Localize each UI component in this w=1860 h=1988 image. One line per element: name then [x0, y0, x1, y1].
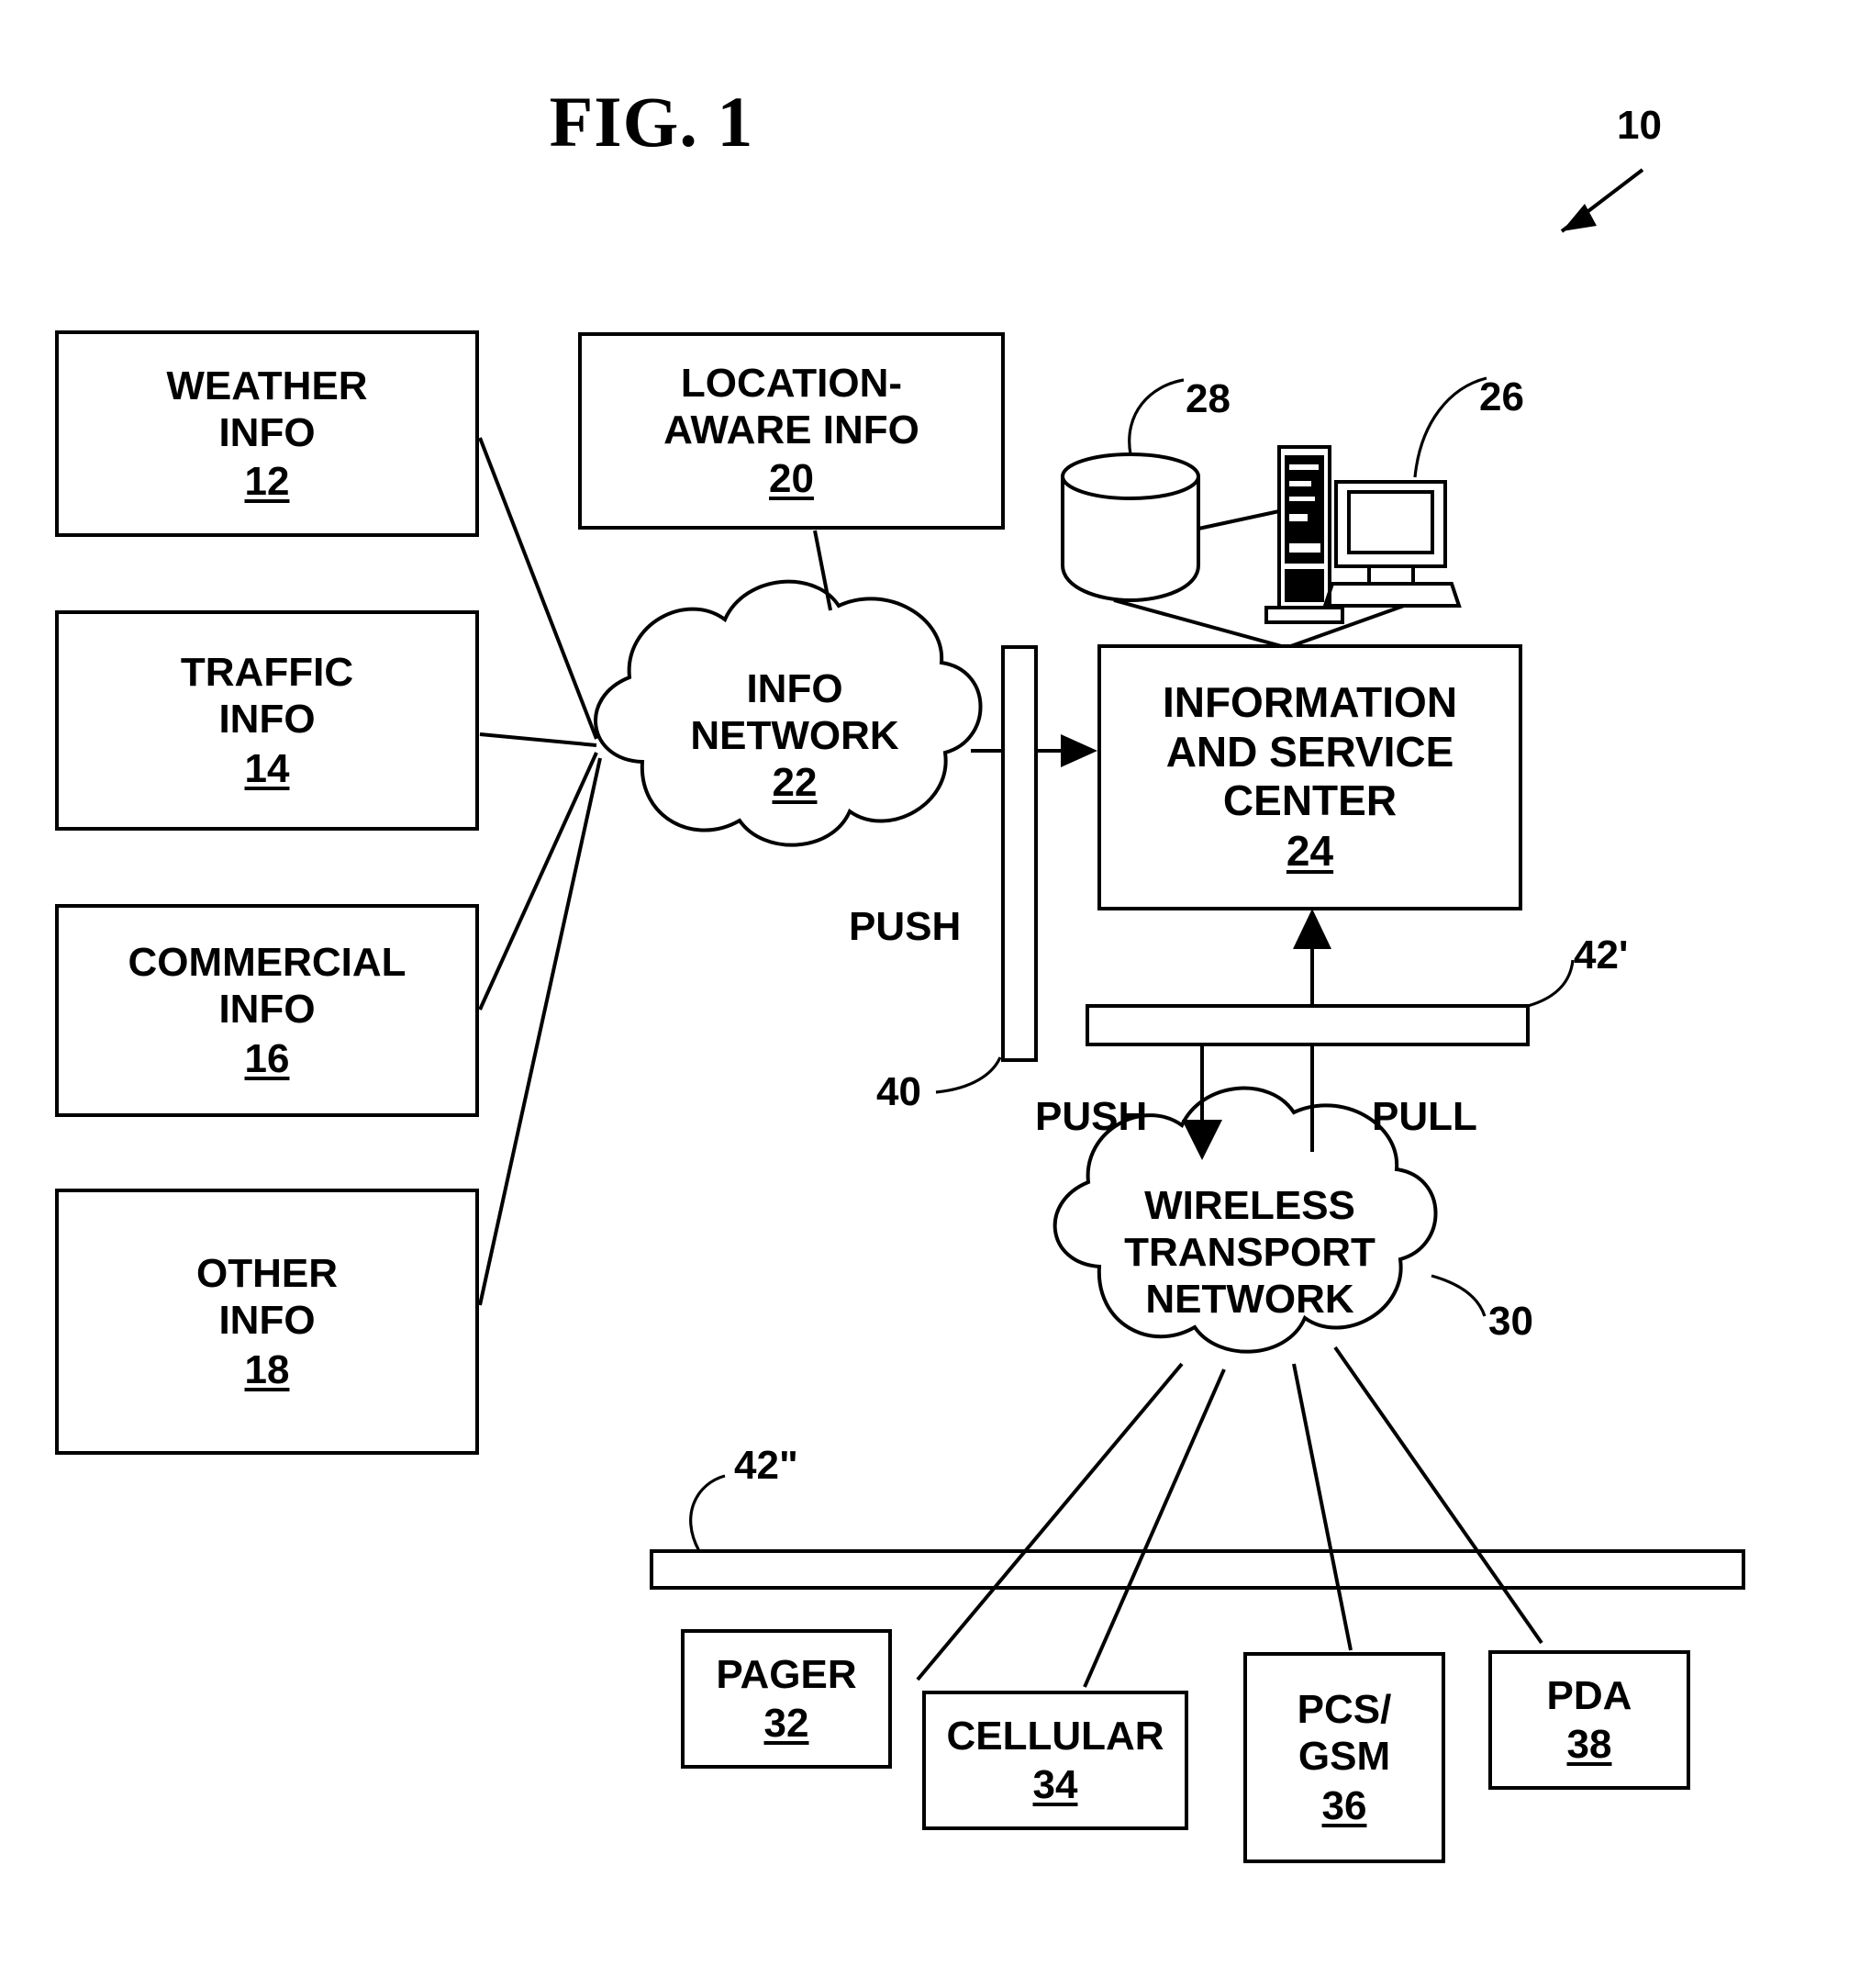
location-aware-info-label: LOCATION- AWARE INFO	[663, 360, 919, 452]
information-and-service-center-number: 24	[1286, 827, 1334, 876]
pda-label: PDA	[1546, 1672, 1632, 1718]
patent-figure-page: FIG. 1 10 WEATHER INFO 12 TRAFFIC INFO 1…	[0, 0, 1860, 1988]
monitor-reference-number: 26	[1479, 374, 1524, 419]
traffic-info-number: 14	[244, 745, 290, 791]
other-info-number: 18	[244, 1346, 290, 1392]
cellular-box: CELLULAR 34	[922, 1691, 1188, 1830]
pcs-gsm-box: PCS/ GSM 36	[1243, 1652, 1445, 1863]
commercial-info-number: 16	[244, 1035, 290, 1081]
other-info-label: OTHER INFO	[196, 1251, 338, 1344]
information-and-service-center-label: INFORMATION AND SERVICE CENTER	[1162, 678, 1458, 824]
database-icon-group	[1061, 378, 1200, 603]
push-label-top: PUSH	[849, 904, 962, 949]
information-and-service-center-box: INFORMATION AND SERVICE CENTER 24	[1097, 644, 1522, 910]
upper-bus-bar	[1086, 909, 1575, 1160]
weather-info-number: 12	[244, 459, 290, 505]
pull-label-bottom: PULL	[1372, 1094, 1477, 1139]
cellular-label: CELLULAR	[946, 1713, 1164, 1759]
info-network-number: 22	[772, 760, 818, 806]
icons-to-center-lines	[1113, 598, 1405, 649]
wireless-network-reference-number: 30	[1488, 1299, 1533, 1344]
pager-label: PAGER	[716, 1651, 857, 1697]
wireless-transport-network-text: WIRELESS TRANSPORT NETWORK	[1066, 1182, 1433, 1323]
pager-box: PAGER 32	[681, 1629, 892, 1769]
lower-bus-bar	[650, 1474, 1745, 1590]
push-label-bottom: PUSH	[1035, 1094, 1148, 1139]
server-tower-icon	[1197, 445, 1344, 624]
commercial-info-label: COMMERCIAL INFO	[128, 940, 407, 1033]
push-bar-reference-number: 40	[876, 1069, 921, 1114]
pda-number: 38	[1566, 1722, 1612, 1767]
info-network-cloud-text: INFO NETWORK 22	[620, 665, 969, 806]
info-network-to-center-link	[971, 645, 1097, 1062]
pager-number: 32	[763, 1701, 809, 1746]
other-info-box: OTHER INFO 18	[55, 1189, 479, 1455]
wireless-to-devices-lines	[916, 1346, 1543, 1688]
cellular-number: 34	[1032, 1762, 1078, 1807]
system-ref-arrow	[1560, 168, 1644, 233]
location-aware-info-number: 20	[769, 456, 814, 502]
wireless-transport-network-label: WIRELESS TRANSPORT NETWORK	[1124, 1183, 1376, 1323]
weather-info-label: WEATHER INFO	[166, 363, 368, 455]
weather-info-box: WEATHER INFO 12	[55, 330, 479, 537]
lower-bus-reference-number: 42"	[734, 1443, 798, 1488]
system-reference-number: 10	[1617, 103, 1662, 148]
location-aware-info-box: LOCATION- AWARE INFO 20	[578, 332, 1005, 530]
traffic-info-box: TRAFFIC INFO 14	[55, 610, 479, 831]
database-reference-number: 28	[1186, 376, 1231, 421]
traffic-info-label: TRAFFIC INFO	[180, 650, 354, 743]
pda-box: PDA 38	[1488, 1650, 1690, 1790]
figure-title: FIG. 1	[549, 82, 754, 162]
info-network-label: INFO NETWORK	[690, 666, 899, 759]
source-connector-lines	[478, 437, 832, 1306]
monitor-icon	[1322, 376, 1487, 608]
upper-bus-reference-number: 42'	[1574, 933, 1629, 977]
pcs-gsm-label: PCS/ GSM	[1297, 1687, 1392, 1780]
commercial-info-box: COMMERCIAL INFO 16	[55, 904, 479, 1117]
pcs-gsm-number: 36	[1321, 1782, 1367, 1828]
